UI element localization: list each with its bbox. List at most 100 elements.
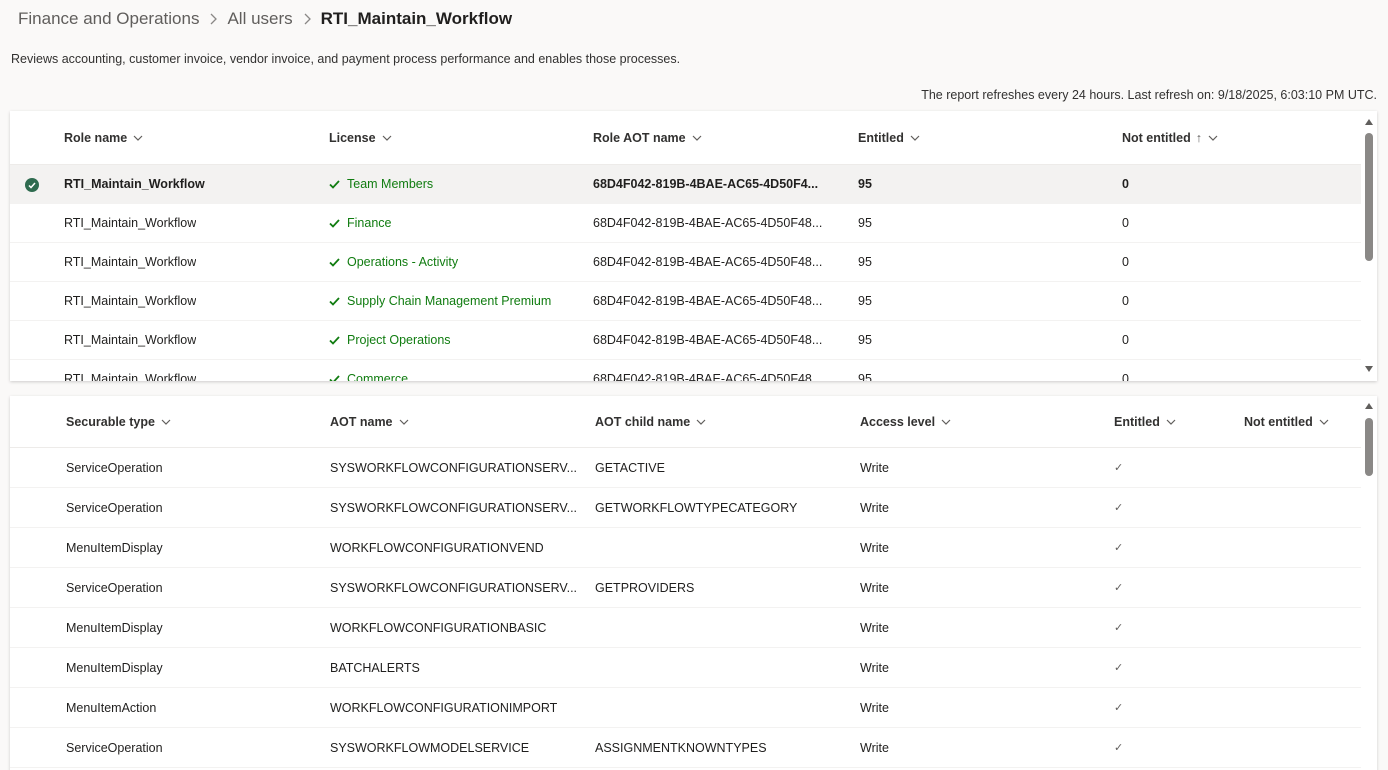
roles-scrollbar[interactable] [1361, 111, 1377, 381]
cell-aot-child-name: GETPROVIDERS [595, 580, 695, 595]
column-header-entitled[interactable]: Entitled [858, 111, 920, 164]
cell-role-aot-name: 68D4F042-819B-4BAE-AC65-4D50F48... [593, 333, 823, 347]
cell-not-entitled: 0 [1122, 177, 1129, 191]
license-label: Operations - Activity [347, 255, 459, 269]
chevron-down-icon [1208, 135, 1218, 141]
securables-scrollbar[interactable] [1361, 396, 1377, 770]
chevron-right-icon [209, 13, 218, 25]
column-header-aot-name[interactable]: AOT name [330, 396, 409, 447]
chevron-down-icon [692, 135, 702, 141]
entitled-checkmark-icon: ✓ [1114, 742, 1124, 754]
cell-license: Finance [329, 204, 391, 242]
column-header-role-aot-name[interactable]: Role AOT name [593, 111, 702, 164]
cell-aot-name: WORKFLOWCONFIGURATIONVEND [330, 540, 544, 555]
cell-access-level: Write [860, 580, 889, 595]
checkmark-icon [329, 257, 340, 267]
column-header-label: Not entitled [1122, 130, 1191, 145]
table-row[interactable]: ServiceOperation SYSWORKFLOWCONFIGURATIO… [10, 448, 1361, 488]
scroll-down-arrow-icon[interactable] [1365, 366, 1373, 372]
table-row[interactable]: RTI_Maintain_Workflow Commerce 68D4F042-… [10, 360, 1361, 381]
column-header-license[interactable]: License [329, 111, 392, 164]
breadcrumb-finance-and-operations[interactable]: Finance and Operations [18, 9, 199, 29]
cell-securable-type: ServiceOperation [66, 740, 163, 755]
roles-table-header: Role name License Role AOT name Entitled… [10, 111, 1361, 165]
cell-aot-name: WORKFLOWCONFIGURATIONBASIC [330, 620, 547, 635]
cell-not-entitled: 0 [1122, 333, 1129, 347]
column-header-label: Entitled [1114, 414, 1160, 429]
cell-license: Commerce [329, 360, 408, 381]
cell-access-level: Write [860, 740, 889, 755]
cell-not-entitled: 0 [1122, 372, 1129, 381]
cell-aot-name: BATCHALERTS [330, 660, 420, 675]
cell-entitled: 95 [858, 294, 872, 308]
cell-access-level: Write [860, 660, 889, 675]
table-row[interactable]: MenuItemDisplay WORKFLOWCONFIGURATIONVEN… [10, 528, 1361, 568]
table-row[interactable]: MenuItemDisplay BATCHALERTS Write ✓ [10, 648, 1361, 688]
table-row[interactable]: RTI_Maintain_Workflow Operations - Activ… [10, 243, 1361, 282]
column-header-role-name[interactable]: Role name [64, 111, 143, 164]
column-header-label: AOT child name [595, 414, 691, 429]
cell-securable-type: ServiceOperation [66, 580, 163, 595]
entitled-checkmark-icon: ✓ [1114, 702, 1124, 714]
chevron-right-icon [303, 13, 311, 25]
entitled-checkmark-icon: ✓ [1114, 462, 1124, 474]
column-header-label: License [329, 130, 376, 145]
cell-not-entitled: 0 [1122, 294, 1129, 308]
cell-entitled: 95 [858, 255, 872, 269]
entitled-checkmark-icon: ✓ [1114, 622, 1124, 634]
checkmark-icon [329, 218, 340, 228]
column-header-not-entitled[interactable]: Not entitled [1244, 396, 1329, 447]
table-row[interactable]: RTI_Maintain_Workflow Supply Chain Manag… [10, 282, 1361, 321]
column-header-not-entitled[interactable]: Not entitled ↑ [1122, 111, 1218, 164]
cell-role-aot-name: 68D4F042-819B-4BAE-AC65-4D50F48... [593, 372, 823, 381]
cell-aot-child-name: GETACTIVE [595, 460, 665, 475]
column-header-securable-type[interactable]: Securable type [66, 396, 171, 447]
cell-entitled: 95 [858, 372, 872, 381]
cell-access-level: Write [860, 700, 889, 715]
refresh-status: The report refreshes every 24 hours. Las… [921, 88, 1377, 102]
chevron-down-icon [1166, 419, 1176, 425]
breadcrumb-all-users[interactable]: All users [227, 9, 292, 29]
table-row[interactable]: ServiceOperation SYSWORKFLOWMODELSERVICE… [10, 728, 1361, 768]
scroll-up-arrow-icon[interactable] [1365, 403, 1373, 409]
column-header-aot-child-name[interactable]: AOT child name [595, 396, 706, 447]
cell-securable-type: ServiceOperation [66, 460, 163, 475]
cell-aot-name: SYSWORKFLOWCONFIGURATIONSERV... [330, 460, 578, 475]
table-row[interactable]: RTI_Maintain_Workflow Project Operations… [10, 321, 1361, 360]
scroll-thumb[interactable] [1365, 133, 1373, 261]
license-label: Team Members [347, 177, 434, 191]
chevron-down-icon [910, 135, 920, 141]
scroll-thumb[interactable] [1365, 418, 1373, 476]
cell-securable-type: MenuItemDisplay [66, 620, 163, 635]
chevron-down-icon [399, 419, 409, 425]
chevron-down-icon [1319, 419, 1329, 425]
table-row[interactable]: ServiceOperation SYSWORKFLOWCONFIGURATIO… [10, 488, 1361, 528]
selected-check-icon[interactable] [25, 178, 39, 192]
table-row[interactable]: MenuItemDisplay WORKFLOWCONFIGURATIONBAS… [10, 608, 1361, 648]
cell-access-level: Write [860, 540, 889, 555]
column-header-entitled[interactable]: Entitled [1114, 396, 1176, 447]
cell-securable-type: ServiceOperation [66, 500, 163, 515]
checkmark-icon [329, 179, 340, 189]
checkmark-icon [329, 335, 340, 345]
cell-entitled: 95 [858, 333, 872, 347]
column-header-access-level[interactable]: Access level [860, 396, 951, 447]
table-row[interactable]: MenuItemAction WORKFLOWCONFIGURATIONIMPO… [10, 688, 1361, 728]
table-row[interactable]: ServiceOperation SYSWORKFLOWCONFIGURATIO… [10, 568, 1361, 608]
table-row[interactable]: RTI_Maintain_Workflow Team Members 68D4F… [10, 165, 1361, 204]
roles-table: Role name License Role AOT name Entitled… [10, 111, 1361, 381]
cell-not-entitled: 0 [1122, 216, 1129, 230]
cell-securable-type: MenuItemAction [66, 700, 157, 715]
cell-entitled: 95 [858, 216, 872, 230]
column-header-label: Securable type [66, 414, 155, 429]
entitled-checkmark-icon: ✓ [1114, 542, 1124, 554]
cell-role-name: RTI_Maintain_Workflow [64, 216, 197, 230]
chevron-down-icon [133, 135, 143, 141]
table-row[interactable]: RTI_Maintain_Workflow Finance 68D4F042-8… [10, 204, 1361, 243]
chevron-down-icon [161, 419, 171, 425]
column-header-label: Access level [860, 414, 936, 429]
scroll-up-arrow-icon[interactable] [1365, 119, 1373, 125]
cell-role-name: RTI_Maintain_Workflow [64, 255, 197, 269]
license-label: Project Operations [347, 333, 451, 347]
cell-role-aot-name: 68D4F042-819B-4BAE-AC65-4D50F48... [593, 294, 823, 308]
